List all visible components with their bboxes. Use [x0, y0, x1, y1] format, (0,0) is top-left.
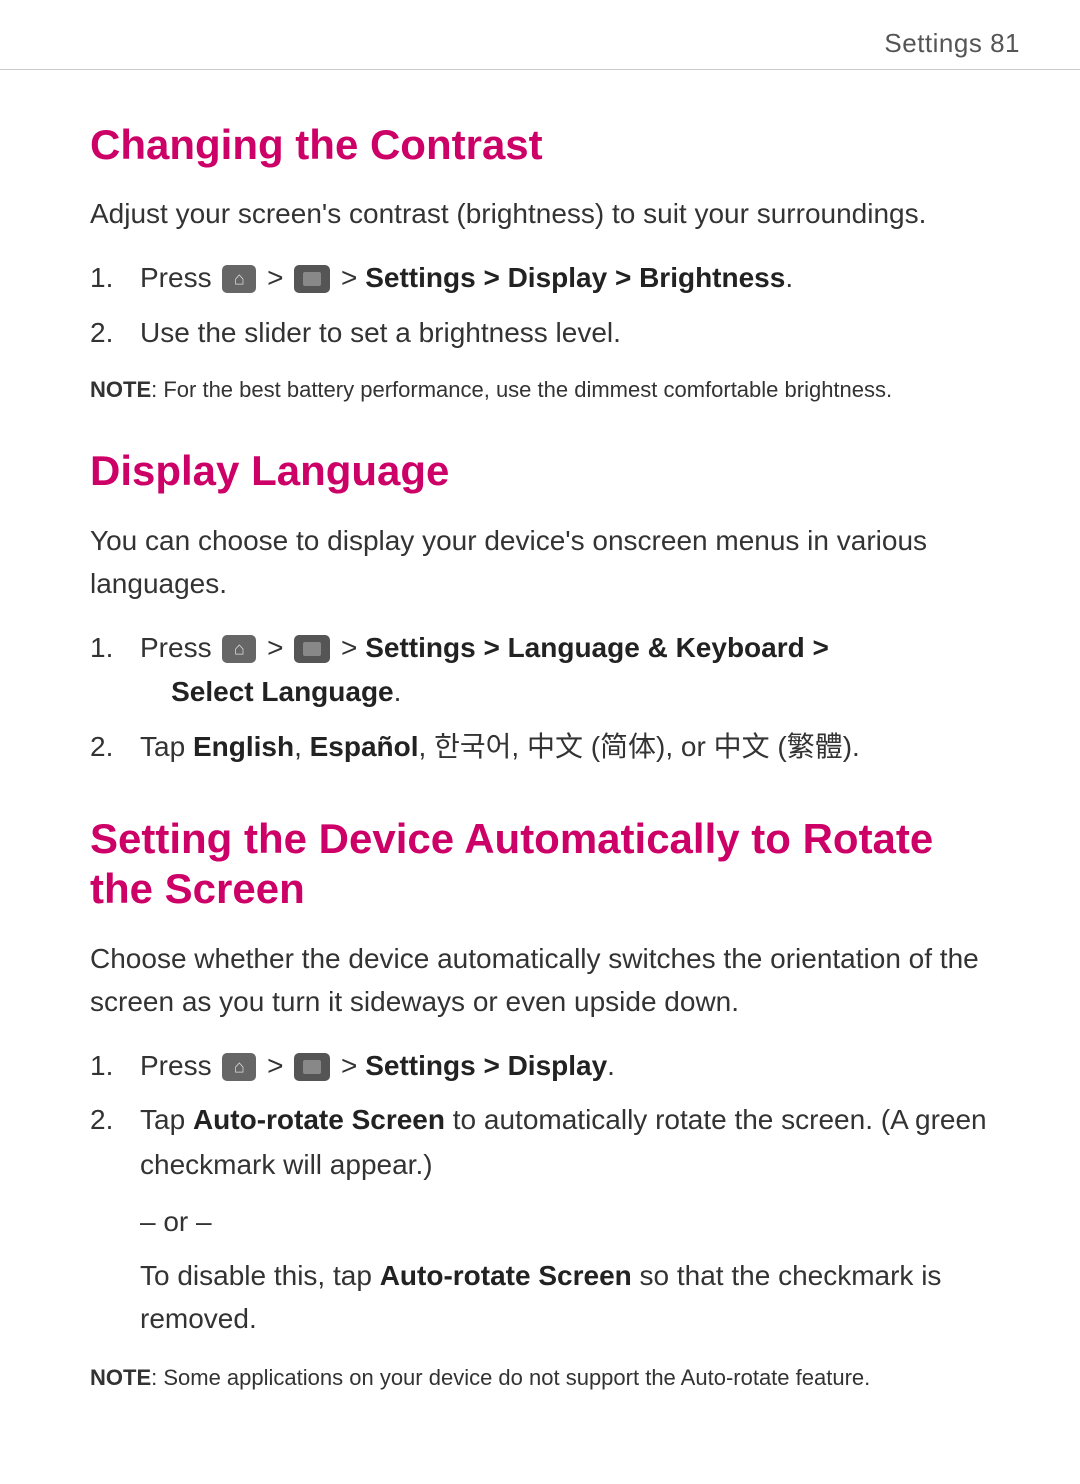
intro-display-language: You can choose to display your device's …	[90, 519, 990, 606]
step-2-rotate: 2. Tap Auto-rotate Screen to automatical…	[90, 1098, 990, 1188]
step-number-2-lang: 2.	[90, 725, 140, 770]
home-icon-lang	[222, 635, 256, 663]
menu-icon	[294, 265, 330, 293]
intro-changing-contrast: Adjust your screen's contrast (brightnes…	[90, 192, 990, 235]
note-label-contrast: NOTE	[90, 377, 151, 402]
section-auto-rotate: Setting the Device Automatically to Rota…	[90, 814, 990, 1394]
step-2-language: 2. Tap English, Español, 한국어, 中文 (简体), o…	[90, 725, 990, 770]
or-content: To disable this, tap Auto-rotate Screen …	[140, 1254, 990, 1341]
intro-auto-rotate: Choose whether the device automatically …	[90, 937, 990, 1024]
step-1-language: 1. Press > > Settings > Language & Keybo…	[90, 626, 990, 716]
page-header: Settings 81	[0, 0, 1080, 70]
or-section: – or – To disable this, tap Auto-rotate …	[90, 1206, 990, 1341]
heading-display-language: Display Language	[90, 446, 990, 496]
step-number-1-rotate: 1.	[90, 1044, 140, 1089]
step-content-2-lang: Tap English, Español, 한국어, 中文 (简体), or 中…	[140, 725, 990, 770]
step-number-1: 1.	[90, 256, 140, 301]
heading-auto-rotate: Setting the Device Automatically to Rota…	[90, 814, 990, 915]
menu-icon-lang	[294, 635, 330, 663]
steps-display-language: 1. Press > > Settings > Language & Keybo…	[90, 626, 990, 770]
step-1-rotate: 1. Press > > Settings > Display.	[90, 1044, 990, 1089]
note-label-rotate: NOTE	[90, 1365, 151, 1390]
page-container: Settings 81 Changing the Contrast Adjust…	[0, 0, 1080, 1460]
note-auto-rotate: NOTE: Some applications on your device d…	[90, 1361, 990, 1394]
steps-changing-contrast: 1. Press > > Settings > Display > Bright…	[90, 256, 990, 356]
step-number-2: 2.	[90, 311, 140, 356]
step-2-contrast: 2. Use the slider to set a brightness le…	[90, 311, 990, 356]
step-content-2-rotate: Tap Auto-rotate Screen to automatically …	[140, 1098, 990, 1188]
step-content-1-rotate: Press > > Settings > Display.	[140, 1044, 990, 1089]
page-content: Changing the Contrast Adjust your screen…	[0, 70, 1080, 1484]
step-content-1-lang: Press > > Settings > Language & Keyboard…	[140, 626, 990, 716]
steps-auto-rotate: 1. Press > > Settings > Display. 2. Tap …	[90, 1044, 990, 1188]
step-content-2: Use the slider to set a brightness level…	[140, 311, 990, 356]
step-1-contrast: 1. Press > > Settings > Display > Bright…	[90, 256, 990, 301]
or-divider: – or –	[140, 1206, 990, 1238]
page-number: Settings 81	[884, 28, 1020, 59]
home-icon-rotate	[222, 1053, 256, 1081]
section-changing-contrast: Changing the Contrast Adjust your screen…	[90, 120, 990, 406]
step-number-1-lang: 1.	[90, 626, 140, 671]
step-content-1: Press > > Settings > Display > Brightnes…	[140, 256, 990, 301]
section-display-language: Display Language You can choose to displ…	[90, 446, 990, 770]
menu-icon-rotate	[294, 1053, 330, 1081]
heading-changing-contrast: Changing the Contrast	[90, 120, 990, 170]
home-icon	[222, 265, 256, 293]
step-number-2-rotate: 2.	[90, 1098, 140, 1143]
note-contrast: NOTE: For the best battery performance, …	[90, 373, 990, 406]
